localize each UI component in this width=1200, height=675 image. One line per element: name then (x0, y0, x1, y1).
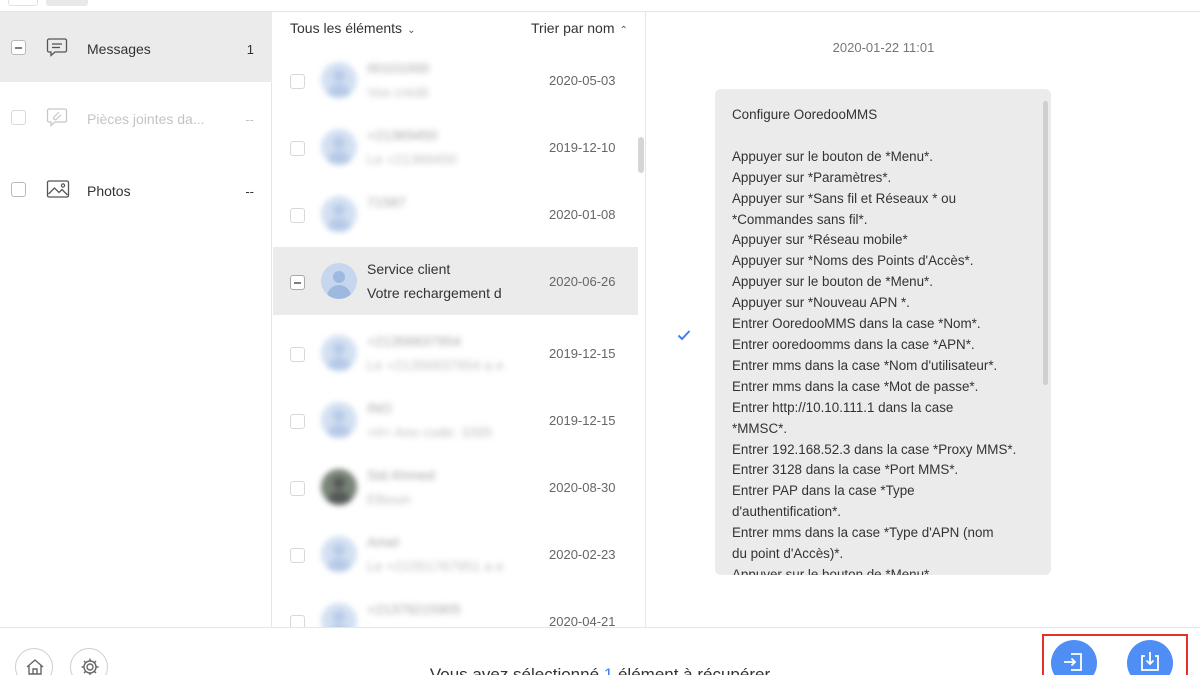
contact-name: Amel (367, 534, 399, 550)
message-preview: Elboun (367, 491, 411, 507)
row-checkbox[interactable] (290, 141, 305, 156)
list-item[interactable]: Sid Ahmed Elboun 2020-08-30 (273, 453, 638, 521)
contact-avatar (321, 469, 357, 505)
chevron-up-icon: ⌃ (619, 25, 628, 36)
list-item[interactable]: +21356837954 Le +21356837954 a e 2019-12… (273, 319, 638, 387)
category-label: Photos (87, 183, 131, 199)
checkmark-icon (676, 327, 692, 343)
contact-avatar (321, 129, 357, 165)
row-checkbox[interactable] (290, 347, 305, 362)
message-date: 2020-06-26 (549, 274, 616, 289)
category-label: Messages (87, 41, 151, 57)
category-count: 1 (246, 42, 254, 57)
contact-avatar (321, 603, 357, 627)
contact-name: Service client (367, 261, 451, 277)
message-preview: Le +21551767951 a e (367, 558, 504, 574)
contact-avatar (321, 263, 357, 299)
contact-name: Sid Ahmed (367, 467, 435, 483)
category-checkbox[interactable] (11, 40, 26, 55)
top-toolbar (0, 0, 1200, 12)
message-preview: Le +21356837954 a e (367, 357, 504, 373)
message-body: Configure OoredooMMS Appuyer sur le bout… (732, 107, 1017, 575)
message-date: 2019-12-10 (549, 140, 616, 155)
list-scrollbar[interactable] (638, 137, 644, 173)
category-count: -- (245, 184, 254, 199)
message-preview: <#> Ano code: 3395 (367, 424, 493, 440)
row-checkbox[interactable] (290, 74, 305, 89)
row-checkbox[interactable] (290, 208, 305, 223)
message-preview: Votre rechargement d (367, 285, 502, 301)
category-sidebar: Messages 1 Pièces jointes da... -- Photo… (0, 12, 272, 627)
status-suffix: élément à récupérer (613, 665, 771, 675)
contact-name: +21369450 (367, 127, 438, 143)
message-timestamp: 2020-01-22 11:01 (832, 40, 935, 55)
row-checkbox[interactable] (290, 615, 305, 627)
filter-dropdown[interactable]: Tous les éléments ⌄ (290, 20, 415, 36)
message-date: 2020-01-08 (549, 207, 616, 222)
sort-dropdown[interactable]: Trier par nom ⌃ (531, 20, 628, 36)
row-checkbox[interactable] (290, 481, 305, 496)
toolbar-tab-fragment[interactable] (46, 0, 88, 6)
category-checkbox (11, 110, 26, 125)
category-photos[interactable]: Photos -- (0, 152, 272, 222)
category-attachments: Pièces jointes da... -- (0, 82, 272, 152)
list-item[interactable]: +21369450 Le +21369450 2019-12-10 (273, 113, 638, 181)
row-checkbox[interactable] (290, 548, 305, 563)
category-label: Pièces jointes da... (87, 111, 205, 127)
contact-avatar (321, 62, 357, 98)
message-date: 2019-12-15 (549, 413, 616, 428)
message-date: 2020-05-03 (549, 73, 616, 88)
contact-avatar (321, 402, 357, 438)
contact-name: +21379215905 (367, 601, 461, 617)
row-checkbox[interactable] (290, 275, 305, 290)
sort-label: Trier par nom (531, 20, 615, 36)
message-date: 2020-02-23 (549, 547, 616, 562)
attachment-icon (46, 107, 70, 127)
toolbar-button-fragment[interactable] (8, 0, 38, 6)
message-icon (46, 37, 70, 57)
contact-avatar (321, 196, 357, 232)
list-header: Tous les éléments ⌄ Trier par nom ⌃ (273, 12, 645, 42)
message-checkbox[interactable] (675, 326, 693, 344)
list-item[interactable]: +21379215905 2020-04-21 (273, 587, 638, 627)
category-count: -- (245, 112, 254, 127)
contact-name: +21356837954 (367, 333, 461, 349)
message-preview: Le +21369450 (367, 151, 457, 167)
message-date: 2020-04-21 (549, 614, 616, 627)
status-prefix: Vous avez sélectionné (429, 665, 604, 675)
status-count: 1 (603, 665, 614, 675)
contact-name: 00101000 (367, 60, 430, 76)
message-detail-pane: 2020-01-22 11:01 Configure OoredooMMS Ap… (647, 12, 1200, 627)
list-item[interactable]: INO <#> Ano code: 3395 2019-12-15 (273, 386, 638, 454)
filter-label: Tous les éléments (290, 20, 403, 36)
list-item-selected[interactable]: Service client Votre rechargement d 2020… (273, 247, 638, 315)
message-bubble: Configure OoredooMMS Appuyer sur le bout… (715, 89, 1051, 575)
app-window: Messages 1 Pièces jointes da... -- Photo… (0, 0, 1200, 675)
row-checkbox[interactable] (290, 414, 305, 429)
category-checkbox[interactable] (11, 182, 26, 197)
message-date: 2020-08-30 (549, 480, 616, 495)
bottom-bar: Vous avez sélectionné 1 élément à récupé… (0, 627, 1200, 675)
contact-name: 71587 (367, 194, 406, 210)
category-messages[interactable]: Messages 1 (0, 12, 272, 82)
selection-status: Vous avez sélectionné 1 élément à récupé… (0, 665, 1200, 675)
list-item[interactable]: 00101000 Vos crédit 2020-05-03 (273, 46, 638, 114)
chevron-down-icon: ⌄ (407, 25, 416, 36)
message-list-pane: Tous les éléments ⌄ Trier par nom ⌃ 001010… (273, 12, 646, 627)
photo-icon (46, 179, 70, 199)
contact-name: INO (367, 400, 392, 416)
list-item[interactable]: Amel Le +21551767951 a e 2020-02-23 (273, 520, 638, 588)
message-scrollbar[interactable] (1043, 101, 1048, 385)
contact-avatar (321, 536, 357, 572)
contact-avatar (321, 335, 357, 371)
list-item[interactable]: 71587 2020-01-08 (273, 180, 638, 248)
message-preview: Vos crédit (367, 84, 429, 100)
message-date: 2019-12-15 (549, 346, 616, 361)
